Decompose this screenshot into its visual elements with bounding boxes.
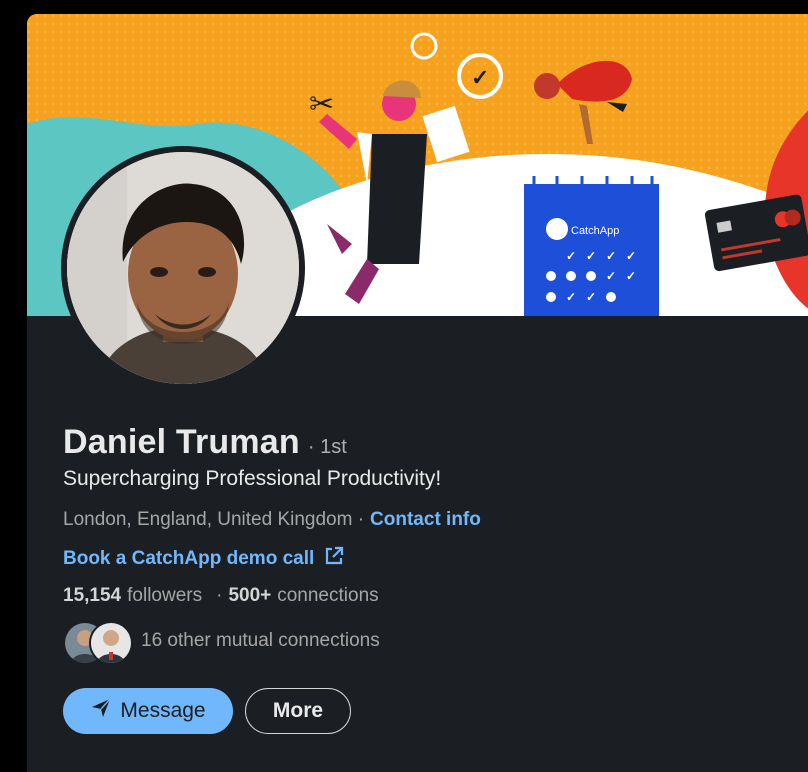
followers-label: followers	[127, 585, 203, 606]
send-icon	[90, 697, 112, 725]
svg-text:CatchApp: CatchApp	[571, 225, 619, 237]
svg-text:✓: ✓	[566, 290, 576, 304]
external-link[interactable]: Book a CatchApp demo call	[63, 546, 344, 572]
mutual-connections[interactable]: 16 other mutual connections	[63, 619, 380, 665]
avatar-portrait	[67, 152, 299, 384]
action-buttons: Message More	[63, 688, 351, 734]
connection-degree: · 1st	[307, 436, 347, 458]
svg-text:✓: ✓	[626, 269, 636, 283]
connections-label[interactable]: connections	[277, 585, 378, 607]
profile-location: London, England, United Kingdom ·	[63, 509, 365, 530]
stats-row: 15,154 followers · 500+ connections	[63, 585, 379, 607]
stats-separator: ·	[216, 585, 223, 606]
svg-text:✓: ✓	[586, 290, 596, 304]
more-button[interactable]: More	[245, 688, 351, 734]
svg-text:✓: ✓	[471, 65, 489, 90]
mutual-avatar	[89, 621, 133, 665]
mutual-connections-label[interactable]: 16 other mutual connections	[141, 630, 380, 652]
profile-headline: Supercharging Professional Productivity!	[63, 467, 442, 490]
profile-name: Daniel Truman	[63, 423, 300, 461]
svg-text:✓: ✓	[626, 249, 636, 263]
svg-text:✂: ✂	[309, 87, 334, 122]
message-button-label: Message	[120, 699, 206, 722]
message-button[interactable]: Message	[63, 688, 233, 734]
external-link-icon	[324, 546, 344, 572]
svg-text:✓: ✓	[566, 249, 576, 263]
connections-count[interactable]: 500+	[228, 585, 271, 607]
location-row: London, England, United Kingdom · Contac…	[63, 509, 481, 531]
mutual-avatars	[63, 619, 133, 665]
avatar	[67, 152, 299, 384]
name-row: Daniel Truman · 1st	[63, 423, 347, 462]
more-button-label: More	[272, 699, 324, 722]
svg-text:✓: ✓	[606, 269, 616, 283]
svg-text:✓: ✓	[586, 249, 596, 263]
external-link-label[interactable]: Book a CatchApp demo call	[63, 548, 314, 570]
profile-photo[interactable]	[61, 146, 305, 390]
followers-count: 15,154	[63, 585, 122, 606]
profile-card: ✓ ✂ CatchApp ✓ ✓ ✓ ✓ ✓ ✓ ✓ ✓ Daniel Trum…	[27, 14, 808, 772]
svg-text:✓: ✓	[606, 249, 616, 263]
contact-info-link[interactable]: Contact info	[370, 509, 481, 531]
